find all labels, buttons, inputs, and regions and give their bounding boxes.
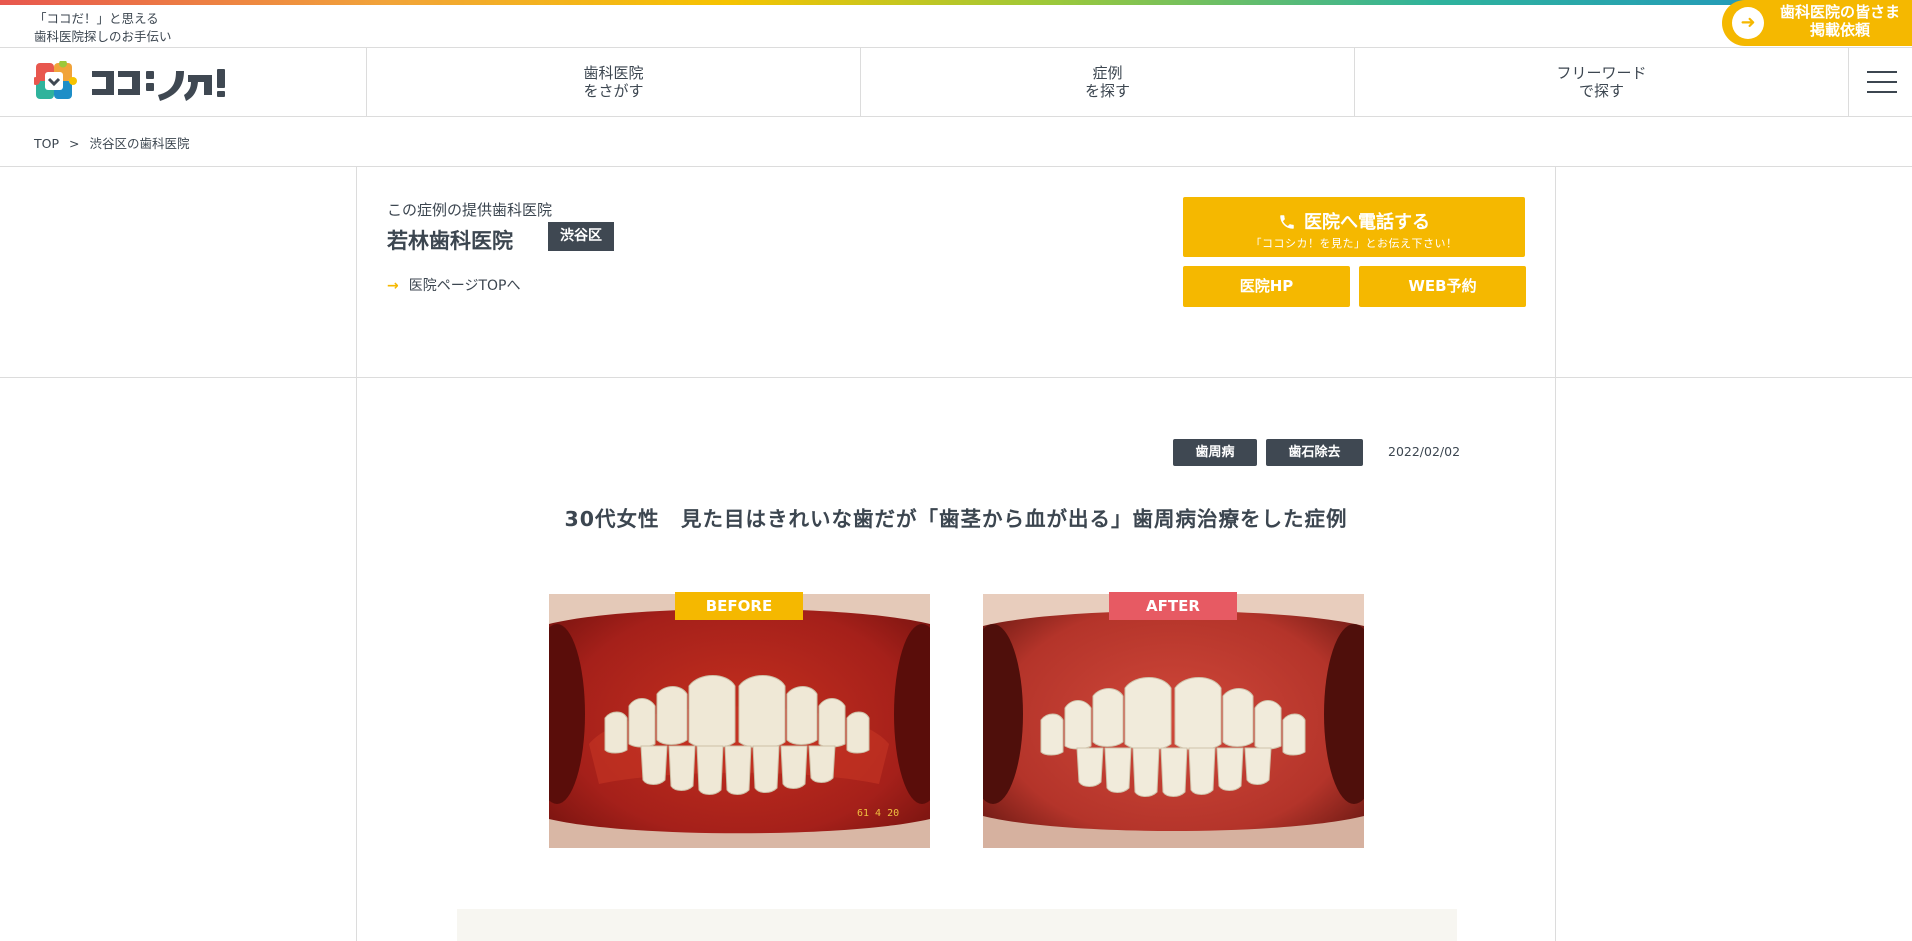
listing-cta-line-2: 掲載依頼 (1809, 21, 1870, 39)
nav-find-case-label: 症例 を探す (1084, 64, 1130, 100)
nav-find-clinic[interactable]: 歯科医院 をさがす (366, 48, 860, 116)
clinic-name: 若林歯科医院 (387, 229, 513, 253)
case-tag-scaling[interactable]: 歯石除去 (1266, 439, 1363, 466)
top-gradient-bar (0, 0, 1912, 5)
tagline-line-1: 「ココだ！」と思える (34, 11, 159, 26)
clinic-subtitle: この症例の提供歯科医院 (387, 201, 553, 219)
nav-free-word[interactable]: フリーワード で探す (1354, 48, 1848, 116)
case-date: 2022/02/02 (1388, 444, 1461, 459)
content-border-left (356, 166, 357, 941)
logo-wordmark (92, 69, 225, 101)
breadcrumb-separator: > (69, 136, 80, 151)
area-badge: 渋谷区 (548, 222, 614, 251)
call-clinic-note: 「ココシカ！を見た」とお伝え下さい！ (1250, 237, 1458, 250)
web-reservation-button[interactable]: WEB予約 (1359, 266, 1526, 307)
before-photo: 61 4 20 (549, 594, 930, 848)
tagline-line-2: 歯科医院探しのお手伝い (34, 29, 172, 44)
before-label: BEFORE (675, 592, 803, 620)
after-teeth-image (983, 594, 1364, 848)
nav-find-clinic-label: 歯科医院 をさがす (583, 64, 644, 100)
breadcrumb-current: 渋谷区の歯科医院 (89, 136, 190, 151)
nav-free-word-label: フリーワード で探す (1556, 64, 1647, 100)
site-tagline: 「ココだ！」と思える 歯科医院探しのお手伝い (34, 10, 172, 46)
nav-find-case[interactable]: 症例 を探す (860, 48, 1354, 116)
divider-clinic-bottom (0, 377, 1912, 378)
case-title: 30代女性 見た目はきれいな歯だが「歯茎から血が出る」歯周病治療をした症例 (564, 507, 1348, 531)
breadcrumb: TOP > 渋谷区の歯科医院 (34, 133, 189, 152)
phone-icon (1280, 215, 1294, 229)
listing-cta-line-1: 歯科医院の皆さま (1779, 3, 1900, 21)
arrow-right-icon: ➜ (1732, 7, 1764, 39)
listing-request-button[interactable]: ➜ 歯科医院の皆さま 掲載依頼 (1722, 0, 1912, 46)
site-logo[interactable] (34, 61, 234, 105)
after-photo (983, 594, 1364, 848)
hamburger-menu-button[interactable] (1848, 48, 1912, 116)
case-detail-box (457, 909, 1457, 941)
breadcrumb-top-link[interactable]: TOP (34, 136, 59, 151)
arrow-right-icon: → (387, 278, 399, 294)
call-clinic-button[interactable]: 医院へ電話する 「ココシカ！を見た」とお伝え下さい！ (1183, 197, 1525, 257)
clinic-top-link-label: 医院ページTOPへ (408, 278, 521, 294)
clinic-top-link[interactable]: → 医院ページTOPへ (387, 275, 520, 295)
case-tag-periodontal[interactable]: 歯周病 (1173, 439, 1257, 466)
global-header: 歯科医院 をさがす 症例 を探す フリーワード で探す (0, 47, 1912, 117)
clinic-hp-button[interactable]: 医院HP (1183, 266, 1350, 307)
after-label: AFTER (1109, 592, 1237, 620)
divider-clinic-top (0, 166, 1912, 167)
call-clinic-label: 医院へ電話する (1304, 212, 1430, 233)
before-teeth-image: 61 4 20 (549, 594, 930, 848)
logo-mark-icon (34, 61, 77, 99)
content-border-right (1555, 166, 1556, 941)
before-date-stamp: 61 4 20 (857, 808, 899, 819)
